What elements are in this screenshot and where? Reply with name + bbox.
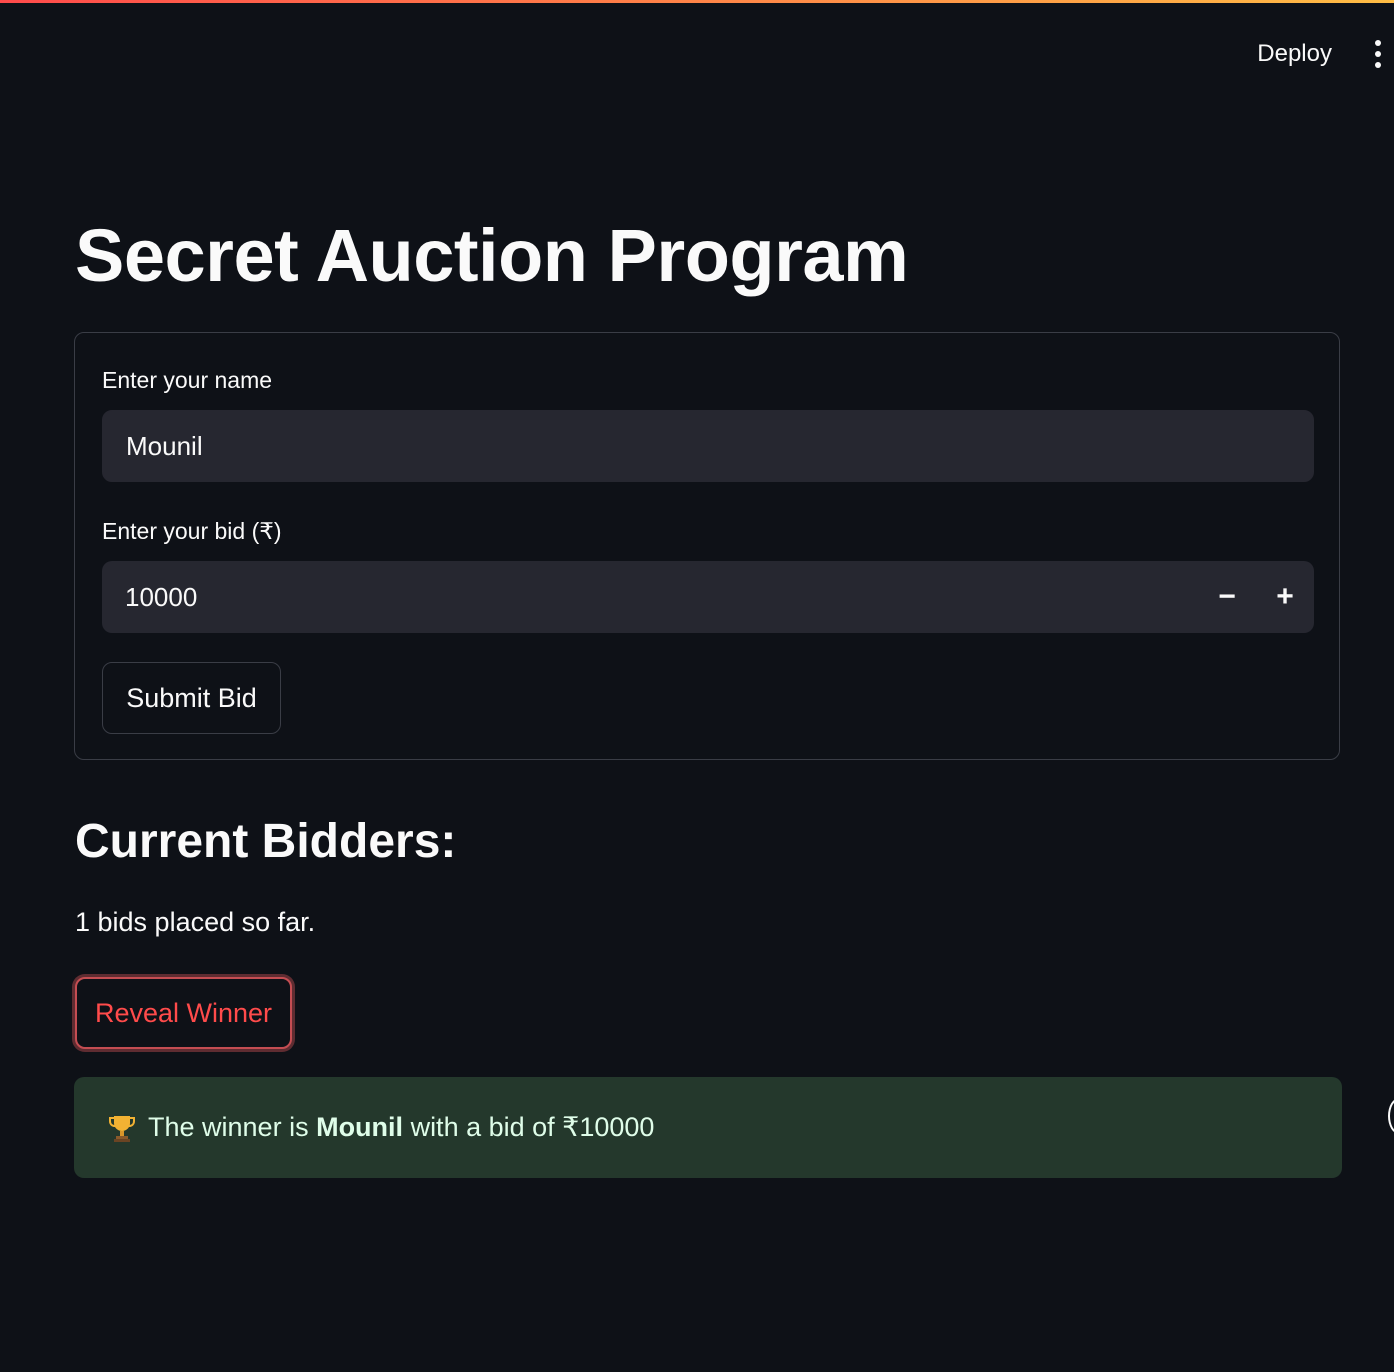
current-bidders-heading: Current Bidders: bbox=[75, 815, 457, 868]
name-input[interactable] bbox=[102, 410, 1314, 482]
name-label: Enter your name bbox=[102, 367, 273, 393]
trophy-icon bbox=[109, 1115, 135, 1142]
vertical-dots-icon-dot bbox=[1375, 62, 1381, 68]
winner-suffix: with a bid of ₹10000 bbox=[403, 1112, 655, 1142]
reveal-winner-button[interactable]: Reveal Winner bbox=[75, 977, 292, 1049]
increment-button[interactable]: + bbox=[1256, 561, 1314, 633]
main-menu-button[interactable] bbox=[1366, 37, 1390, 71]
deploy-button[interactable]: Deploy bbox=[1249, 35, 1340, 73]
winner-prefix: The winner is bbox=[148, 1112, 317, 1142]
winner-alert: The winner is Mounil with a bid of ₹1000… bbox=[74, 1077, 1342, 1178]
winner-name: Mounil bbox=[316, 1112, 404, 1142]
vertical-dots-icon bbox=[1375, 40, 1381, 46]
bid-label: Enter your bid (₹) bbox=[102, 518, 282, 544]
edge-indicator bbox=[1388, 1098, 1394, 1134]
vertical-dots-icon-dot bbox=[1375, 51, 1381, 57]
page-title: Secret Auction Program bbox=[75, 214, 909, 297]
decrement-button[interactable]: − bbox=[1198, 561, 1256, 633]
bid-number-input: − + bbox=[102, 561, 1314, 633]
bid-input[interactable] bbox=[102, 561, 1198, 633]
submit-bid-button[interactable]: Submit Bid bbox=[102, 662, 281, 734]
app-header: Deploy bbox=[0, 3, 1394, 99]
bid-count-text: 1 bids placed so far. bbox=[75, 907, 316, 937]
bid-form: Enter your name Enter your bid (₹) − + S… bbox=[74, 332, 1340, 760]
